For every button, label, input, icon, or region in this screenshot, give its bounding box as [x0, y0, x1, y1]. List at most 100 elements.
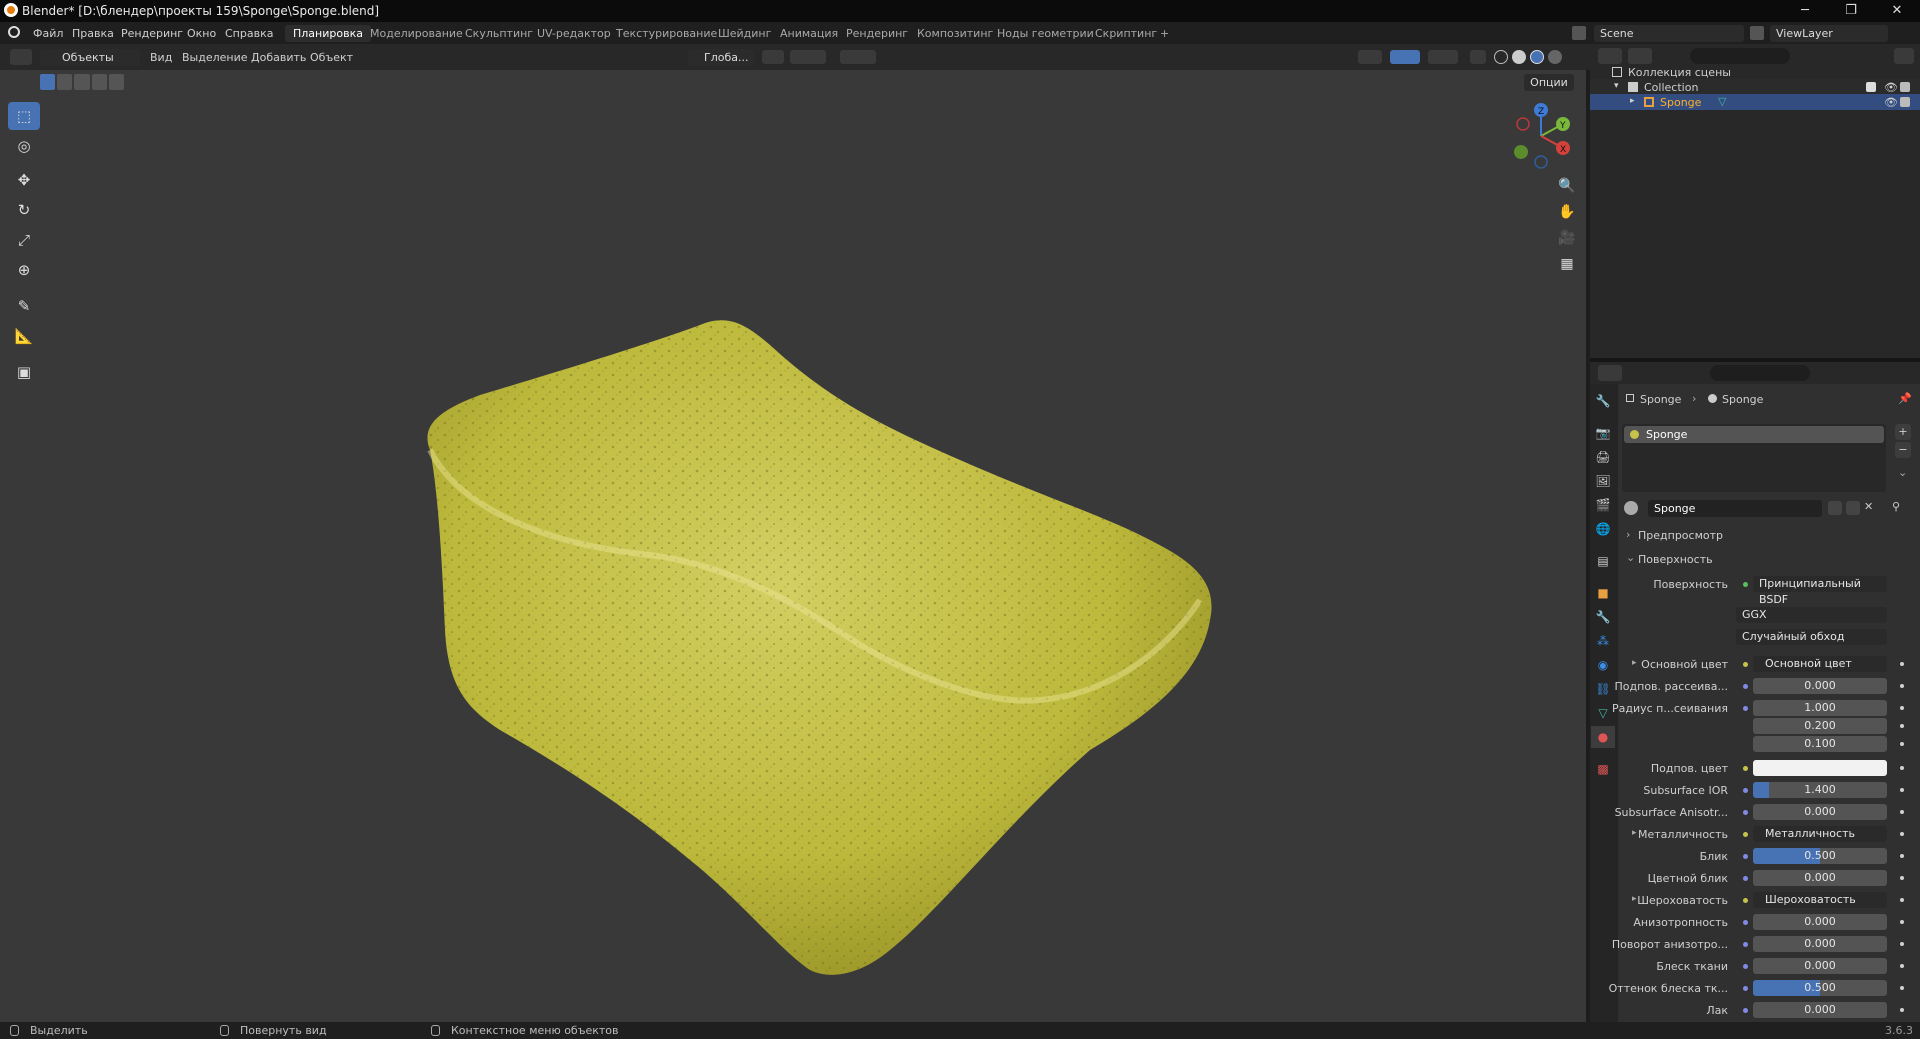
menu-file[interactable]: Файл [33, 27, 63, 40]
keyframe-icon[interactable] [1900, 920, 1904, 924]
maximize-button[interactable]: ❐ [1828, 0, 1874, 22]
visibility-icon[interactable] [1358, 50, 1382, 64]
scene-selector-icon[interactable] [1572, 26, 1586, 40]
remove-slot-button[interactable]: − [1895, 442, 1911, 458]
keyframe-icon[interactable] [1900, 662, 1904, 666]
interaction-mode-dropdown[interactable]: Объекты [40, 49, 140, 66]
viewport-options-button[interactable]: Опции [1524, 74, 1574, 91]
properties-editor-type-icon[interactable] [1598, 365, 1622, 381]
add-workspace-button[interactable]: + [1152, 25, 1177, 42]
perspective-toggle-icon[interactable]: ▦ [1555, 252, 1579, 276]
scene-selector[interactable]: Scene [1594, 25, 1744, 42]
proportional-edit-icon[interactable] [840, 50, 876, 64]
input-socket-icon[interactable] [1743, 986, 1748, 991]
input-socket-icon[interactable] [1743, 898, 1748, 903]
viewport-menu-object[interactable]: Объект [310, 51, 353, 64]
workspace-tab-animation[interactable]: Анимация [772, 25, 846, 42]
workspace-tab-compositing[interactable]: Композитинг [909, 25, 1001, 42]
value-field[interactable]: 0.200 [1753, 718, 1887, 734]
select-mode-subtract-icon[interactable] [74, 74, 90, 90]
pan-view-icon[interactable]: ✋ [1555, 200, 1579, 224]
transform-tool-icon[interactable]: ⊕ [8, 256, 40, 284]
value-field[interactable]: 0.000 [1753, 678, 1887, 694]
value-field[interactable]: 0.000 [1753, 914, 1887, 930]
outliner-row-collection[interactable]: ▾ Collection 👁 [1590, 79, 1920, 95]
select-mode-intersect-icon[interactable] [108, 74, 125, 90]
gizmo-toggle-icon[interactable] [1390, 50, 1420, 64]
workspace-tab-rendering[interactable]: Рендеринг [838, 25, 916, 42]
keyframe-icon[interactable] [1900, 788, 1904, 792]
node-link-icon[interactable]: ⚲ [1892, 500, 1900, 513]
keyframe-icon[interactable] [1900, 724, 1904, 728]
select-mode-invert-icon[interactable] [91, 74, 107, 90]
navigation-gizmo[interactable]: Z Y X [1505, 100, 1577, 172]
add-cube-tool-icon[interactable]: ▣ [8, 358, 40, 386]
keyframe-icon[interactable] [1900, 854, 1904, 858]
sponge-visibility-icon[interactable]: 👁 [1884, 96, 1898, 109]
object-tab-icon[interactable]: ■ [1591, 582, 1615, 604]
collection-expand-icon[interactable]: ▾ [1614, 81, 1619, 91]
close-window-button[interactable]: ✕ [1874, 0, 1920, 22]
viewport-menu-add[interactable]: Добавить [251, 51, 306, 64]
collection-tab-icon[interactable]: ▤ [1591, 550, 1615, 572]
input-socket-icon[interactable] [1743, 706, 1748, 711]
slot-specials-icon[interactable]: ⌄ [1898, 466, 1907, 479]
expand-input-icon[interactable]: ▸ [1632, 658, 1637, 668]
value-field[interactable]: 1.400 [1753, 782, 1887, 798]
outliner-row-scene-collection[interactable]: Коллекция сцены [1590, 64, 1920, 80]
material-name-field[interactable]: Sponge [1648, 500, 1822, 517]
collection-render-icon[interactable] [1900, 82, 1910, 92]
outliner-row-sponge[interactable]: ▸ Sponge ▽ 👁 [1590, 94, 1920, 110]
pin-icon[interactable]: 📌 [1898, 392, 1912, 405]
viewport-menu-view[interactable]: Вид [150, 51, 172, 64]
pivot-icon[interactable] [762, 50, 784, 64]
editor-type-icon[interactable] [10, 49, 32, 65]
input-socket-icon[interactable] [1743, 832, 1748, 837]
outliner-search-input[interactable] [1690, 48, 1790, 64]
color-swatch[interactable] [1753, 760, 1887, 776]
overlays-icon[interactable] [1428, 50, 1458, 64]
collection-visibility-icon[interactable]: 👁 [1884, 81, 1898, 94]
input-socket-icon[interactable] [1743, 942, 1748, 947]
camera-view-icon[interactable]: 🎥 [1555, 226, 1579, 250]
texture-tab-icon[interactable]: ▩ [1591, 758, 1615, 780]
3d-viewport[interactable]: Опции ⬚ ◎ ✥ ↻ ⤢ ⊕ ✎ 📐 ▣ Z Y X 🔍 ✋ 🎥 ▦ [0, 70, 1586, 1022]
keyframe-icon[interactable] [1900, 876, 1904, 880]
outliner-editor-type-icon[interactable] [1598, 48, 1622, 64]
input-socket-icon[interactable] [1743, 854, 1748, 859]
snap-icon[interactable] [790, 50, 826, 64]
value-field[interactable]: Основной цвет [1753, 656, 1887, 672]
value-field[interactable]: 0.000 [1753, 958, 1887, 974]
physics-tab-icon[interactable]: ◉ [1591, 654, 1615, 676]
viewport-menu-select[interactable]: Выделение [182, 51, 248, 64]
shading-wireframe-icon[interactable] [1494, 50, 1508, 64]
mesh-data-icon[interactable]: ▽ [1718, 95, 1726, 108]
fake-user-icon[interactable] [1828, 501, 1842, 515]
zoom-view-icon[interactable]: 🔍 [1555, 174, 1579, 198]
keyframe-icon[interactable] [1900, 898, 1904, 902]
add-slot-button[interactable]: + [1895, 424, 1911, 440]
input-socket-icon[interactable] [1743, 876, 1748, 881]
outliner-filter-icon[interactable] [1894, 48, 1914, 64]
rotate-tool-icon[interactable]: ↻ [8, 196, 40, 224]
shading-solid-icon[interactable] [1512, 50, 1526, 64]
annotate-tool-icon[interactable]: ✎ [8, 292, 40, 320]
menu-help[interactable]: Справка [225, 27, 273, 40]
minimize-button[interactable]: ─ [1782, 0, 1828, 22]
blender-menu-icon[interactable] [8, 26, 20, 38]
select-mode-extend-icon[interactable] [57, 74, 73, 90]
sponge-expand-icon[interactable]: ▸ [1630, 96, 1635, 106]
menu-render[interactable]: Рендеринг [121, 27, 183, 40]
input-socket-icon[interactable] [1743, 766, 1748, 771]
input-socket-icon[interactable] [1743, 788, 1748, 793]
surface-shader-field[interactable]: Принципиальный BSDF [1753, 576, 1887, 606]
input-socket-icon[interactable] [1743, 920, 1748, 925]
expand-input-icon[interactable]: ▸ [1632, 894, 1637, 904]
distribution-dropdown[interactable]: GGX [1736, 607, 1887, 623]
keyframe-icon[interactable] [1900, 832, 1904, 836]
xray-icon[interactable] [1470, 50, 1486, 64]
workspace-tab-texture[interactable]: Текстурирование [608, 25, 725, 42]
shading-rendered-icon[interactable] [1548, 50, 1562, 64]
keyframe-icon[interactable] [1900, 1008, 1904, 1012]
browse-material-icon[interactable] [1624, 501, 1638, 515]
